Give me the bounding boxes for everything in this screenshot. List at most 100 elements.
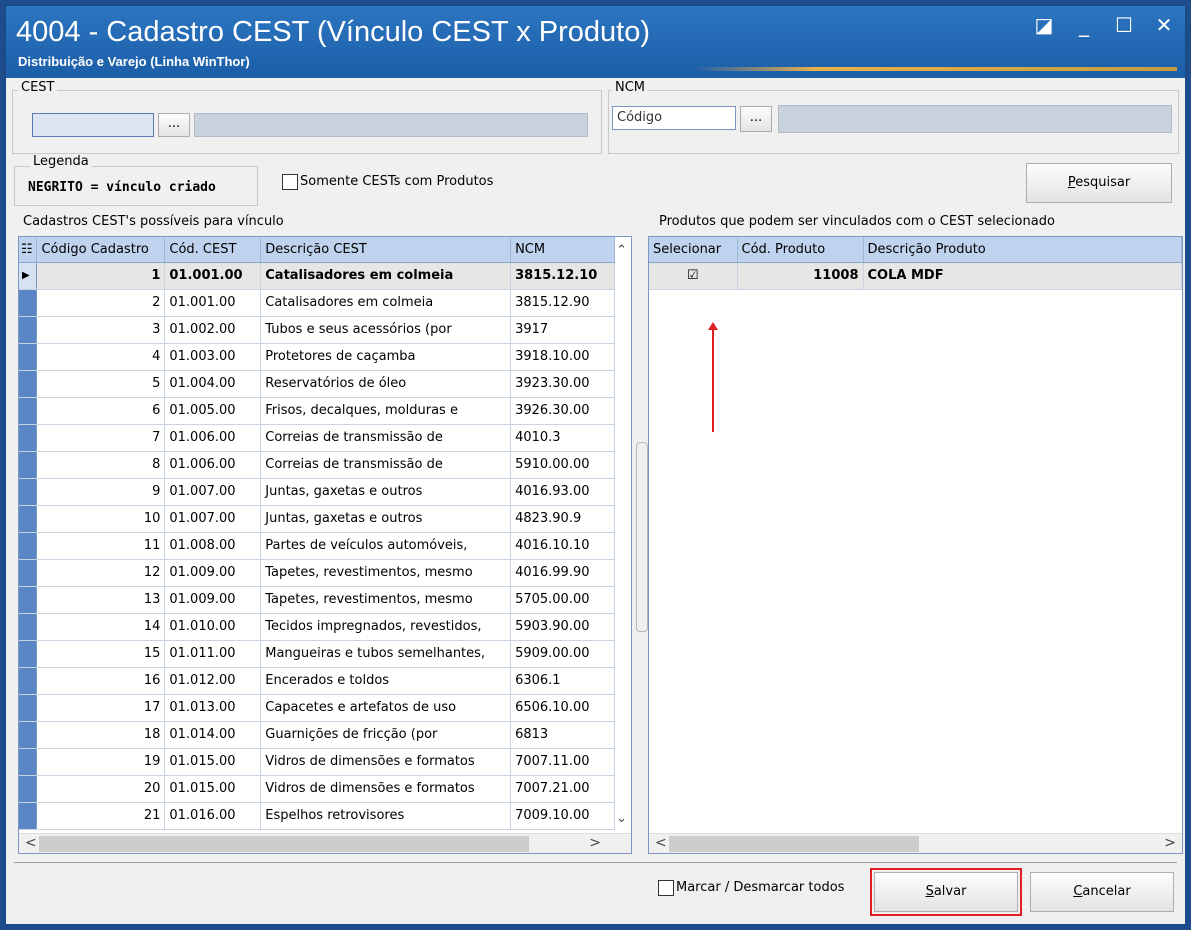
col-cod-produto[interactable]: Cód. Produto xyxy=(737,237,864,263)
table-row[interactable]: 12 01.009.00 Tapetes, revestimentos, mesmo… xyxy=(19,559,615,587)
cell-codigo-cadastro: 12 xyxy=(36,559,166,587)
table-row[interactable]: 14 01.010.00 Tecidos impregnados, revestid… xyxy=(19,613,615,641)
col-descricao-cest[interactable]: Descrição CEST xyxy=(260,237,512,263)
table-row[interactable]: 2 01.001.00 Catalisadores em colmeia 3815.1… xyxy=(19,289,615,317)
row-indicator[interactable] xyxy=(19,397,38,425)
cell-ncm: 4010.3 xyxy=(510,424,615,452)
row-indicator[interactable] xyxy=(19,721,38,749)
table-row[interactable]: 10 01.007.00 Juntas, gaxetas e outros 4823.… xyxy=(19,505,615,533)
row-indicator[interactable] xyxy=(19,343,38,371)
product-hscroll-thumb[interactable] xyxy=(669,836,919,852)
cell-codigo-cadastro: 11 xyxy=(36,532,166,560)
table-row[interactable]: 4 01.003.00 Protetores de caçamba 3918.10.0… xyxy=(19,343,615,371)
cell-descricao-cest: Vidros de dimensões e formatos xyxy=(260,748,512,776)
scroll-right-icon[interactable]: > xyxy=(589,835,601,851)
cest-code-input[interactable] xyxy=(32,113,154,137)
col-codigo-cadastro[interactable]: Código Cadastro xyxy=(36,237,166,263)
cell-descricao-cest: Vidros de dimensões e formatos xyxy=(260,775,512,803)
row-indicator[interactable] xyxy=(19,289,38,317)
table-row[interactable]: 18 01.014.00 Guarnições de fricção (por 681… xyxy=(19,721,615,749)
cell-descricao-cest: Mangueiras e tubos semelhantes, xyxy=(260,640,512,668)
product-row[interactable]: ☑ 11008 COLA MDF xyxy=(649,262,1182,290)
scroll-down-icon[interactable]: ⌄ xyxy=(616,811,627,826)
restore-layout-icon[interactable]: ◪ xyxy=(1031,12,1057,38)
scroll-left-icon[interactable]: < xyxy=(655,835,667,851)
toggle-all-checkbox[interactable] xyxy=(658,880,674,896)
cell-cod-cest: 01.001.00 xyxy=(164,262,262,290)
cell-cod-cest: 01.014.00 xyxy=(164,721,262,749)
cell-ncm: 3917 xyxy=(510,316,615,344)
row-indicator[interactable] xyxy=(19,505,38,533)
cell-cod-cest: 01.013.00 xyxy=(164,694,262,722)
row-indicator[interactable] xyxy=(19,478,38,506)
col-ncm[interactable]: NCM xyxy=(510,237,615,263)
cell-descricao-cest: Correias de transmissão de xyxy=(260,451,512,479)
row-indicator[interactable] xyxy=(19,586,38,614)
table-row[interactable]: 19 01.015.00 Vidros de dimensões e formato… xyxy=(19,748,615,776)
row-indicator[interactable] xyxy=(19,775,38,803)
product-grid[interactable]: Selecionar Cód. Produto Descrição Produt… xyxy=(648,236,1183,854)
scroll-up-icon[interactable]: ⌃ xyxy=(616,243,627,258)
table-row[interactable]: 20 01.015.00 Vidros de dimensões e formato… xyxy=(19,775,615,803)
cest-hscroll-thumb[interactable] xyxy=(39,836,529,852)
col-selecionar[interactable]: Selecionar xyxy=(649,237,738,263)
cest-grid[interactable]: ☷ Código Cadastro Cód. CEST Descrição CE… xyxy=(18,236,632,854)
product-select-checkbox[interactable]: ☑ xyxy=(649,262,738,290)
cell-descricao-cest: Juntas, gaxetas e outros xyxy=(260,505,512,533)
minimize-icon[interactable]: _ xyxy=(1071,12,1097,38)
table-row[interactable]: 11 01.008.00 Partes de veículos automóveis… xyxy=(19,532,615,560)
cest-lookup-button[interactable]: ... xyxy=(158,113,190,137)
cell-descricao-cest: Correias de transmissão de xyxy=(260,424,512,452)
table-row[interactable]: 15 01.011.00 Mangueiras e tubos semelhante… xyxy=(19,640,615,668)
product-description: COLA MDF xyxy=(863,262,1182,290)
row-indicator[interactable] xyxy=(19,613,38,641)
row-indicator[interactable] xyxy=(19,424,38,452)
cell-codigo-cadastro: 16 xyxy=(36,667,166,695)
row-indicator[interactable] xyxy=(19,694,38,722)
row-indicator[interactable] xyxy=(19,640,38,668)
panel-splitter[interactable] xyxy=(636,442,648,632)
row-indicator[interactable] xyxy=(19,559,38,587)
ncm-lookup-button[interactable]: ... xyxy=(740,106,772,132)
table-row[interactable]: 8 01.006.00 Correias de transmissão de 5910… xyxy=(19,451,615,479)
legend-group-label: Legenda xyxy=(30,154,92,169)
row-indicator[interactable] xyxy=(19,451,38,479)
product-grid-hscroll[interactable]: < > xyxy=(649,833,1182,853)
ncm-description-field xyxy=(778,105,1172,133)
table-row[interactable]: 3 01.002.00 Tubos e seus acessórios (por 39… xyxy=(19,316,615,344)
row-indicator[interactable] xyxy=(19,316,38,344)
cell-cod-cest: 01.007.00 xyxy=(164,478,262,506)
row-indicator[interactable] xyxy=(19,370,38,398)
save-button[interactable]: Salvar xyxy=(870,868,1022,916)
row-indicator[interactable] xyxy=(19,748,38,776)
table-row[interactable]: 6 01.005.00 Frisos, decalques, molduras e3… xyxy=(19,397,615,425)
left-grid-title: Cadastros CEST's possíveis para vínculo xyxy=(20,214,287,229)
col-cod-cest[interactable]: Cód. CEST xyxy=(164,237,262,263)
maximize-icon[interactable]: ☐ xyxy=(1111,12,1137,38)
cell-cod-cest: 01.009.00 xyxy=(164,559,262,587)
table-row[interactable]: 9 01.007.00 Juntas, gaxetas e outros 4016.9… xyxy=(19,478,615,506)
cell-ncm: 3923.30.00 xyxy=(510,370,615,398)
row-indicator[interactable] xyxy=(19,802,38,830)
row-indicator[interactable] xyxy=(19,667,38,695)
current-row-pointer-icon[interactable]: ▶ xyxy=(19,262,38,290)
row-indicator[interactable] xyxy=(19,532,38,560)
table-row[interactable]: 16 01.012.00 Encerados e toldos 6306.1 xyxy=(19,667,615,695)
scroll-right-icon[interactable]: > xyxy=(1164,835,1176,851)
table-row[interactable]: 7 01.006.00 Correias de transmissão de 4010… xyxy=(19,424,615,452)
cell-ncm: 3815.12.90 xyxy=(510,289,615,317)
only-cests-with-products-checkbox[interactable] xyxy=(282,174,298,190)
scroll-left-icon[interactable]: < xyxy=(25,835,37,851)
cancel-button[interactable]: Cancelar xyxy=(1030,872,1174,912)
annotation-arrow xyxy=(708,322,718,432)
table-row[interactable]: 17 01.013.00 Capacetes e artefatos de uso 6… xyxy=(19,694,615,722)
table-row[interactable]: ▶ 1 01.001.00 Catalisadores em colmeia 3815.… xyxy=(19,262,615,290)
ncm-code-input[interactable]: Código xyxy=(612,106,736,130)
close-icon[interactable]: ✕ xyxy=(1151,12,1177,38)
table-row[interactable]: 13 01.009.00 Tapetes, revestimentos, mesmo… xyxy=(19,586,615,614)
table-row[interactable]: 21 01.016.00 Espelhos retrovisores 7009.10.… xyxy=(19,802,615,830)
table-row[interactable]: 5 01.004.00 Reservatórios de óleo 3923.30.0… xyxy=(19,370,615,398)
col-descricao-produto[interactable]: Descrição Produto xyxy=(863,237,1182,263)
search-button[interactable]: Pesquisar xyxy=(1026,163,1172,203)
cest-grid-hscroll[interactable]: < > xyxy=(19,833,631,853)
